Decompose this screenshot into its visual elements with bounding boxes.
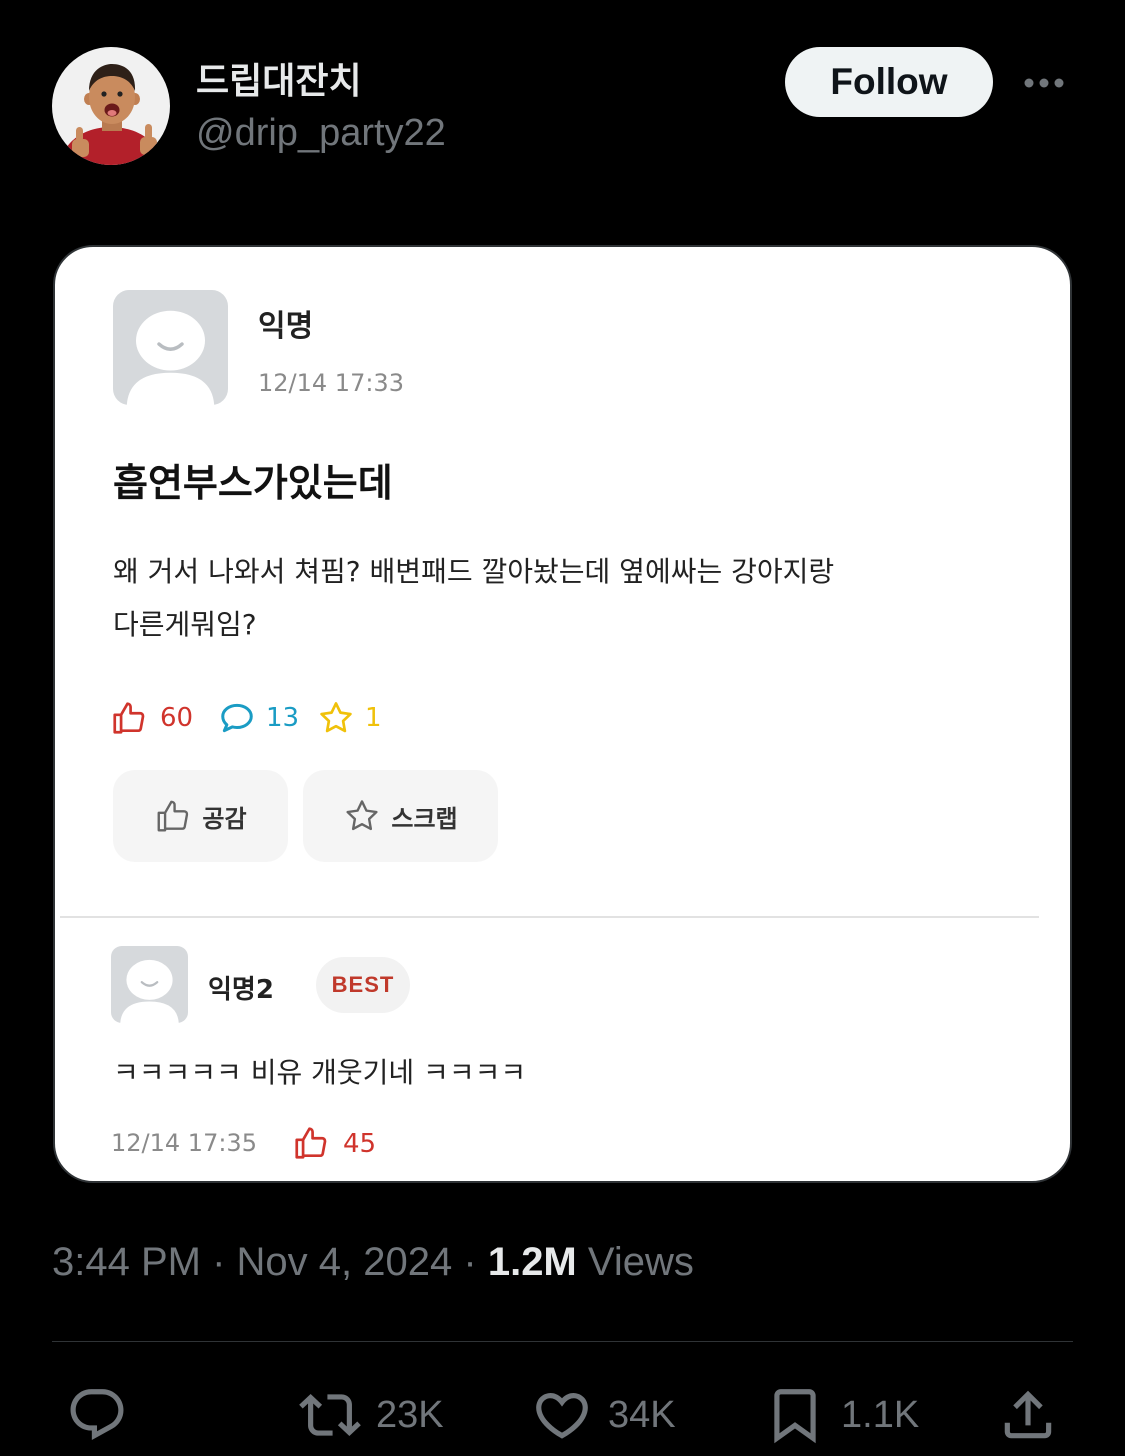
best-badge: BEST: [316, 957, 410, 1013]
post-author-name: 익명: [258, 309, 314, 344]
star-icon: [346, 800, 378, 831]
meta-separator: ·: [212, 1240, 226, 1284]
post-timestamp: 12/14 17:33: [258, 369, 404, 397]
action-bar-divider: [52, 1341, 1073, 1342]
more-options-button[interactable]: [1020, 72, 1068, 94]
share-button[interactable]: [997, 1384, 1059, 1446]
post-scrap-count: 1: [365, 703, 382, 733]
author-avatar[interactable]: [52, 47, 170, 165]
bookmark-count: 1.1K: [841, 1393, 920, 1436]
bookmark-icon: [774, 1389, 816, 1444]
like-button[interactable]: 34K: [531, 1384, 676, 1446]
bookmark-button[interactable]: 1.1K: [764, 1384, 919, 1446]
follow-button[interactable]: Follow: [785, 47, 993, 117]
post-title: 흡연부스가있는데: [113, 461, 393, 505]
post-divider: [60, 916, 1039, 918]
tweet-date[interactable]: Nov 4, 2024: [237, 1240, 453, 1284]
post-like-button: 공감: [113, 770, 288, 862]
heart-icon: [536, 1393, 588, 1439]
reply-button[interactable]: [66, 1384, 128, 1446]
post-comment-count: 13: [266, 703, 300, 733]
more-dots-icon: [1024, 78, 1064, 88]
avatar-photo: [52, 47, 170, 165]
post-author-avatar: [113, 290, 228, 405]
comment-author-avatar: [111, 946, 188, 1023]
author-display-name[interactable]: 드립대잔치: [196, 52, 362, 104]
thumbs-up-icon: [113, 702, 145, 734]
post-scrap-button: 스크랩: [303, 770, 498, 862]
retweet-icon: [299, 1394, 361, 1436]
comment-timestamp: 12/14 17:35: [111, 1129, 257, 1157]
star-icon: [320, 702, 352, 733]
thumbs-up-icon: [157, 800, 189, 832]
comment-text: ㅋㅋㅋㅋㅋ 비유 개웃기네 ㅋㅋㅋㅋ: [113, 1056, 527, 1089]
post-body-line: 다른게뭐임?: [113, 608, 257, 641]
tweet-media-image[interactable]: 익명 12/14 17:33 흡연부스가있는데 왜 거서 나와서 쳐핌? 배변패…: [53, 245, 1072, 1183]
default-profile-icon: [113, 290, 228, 405]
post-like-count: 60: [160, 703, 194, 733]
tweet-meta: 3:44 PM · Nov 4, 2024 · 1.2M Views: [52, 1239, 694, 1285]
comment-like-count: 45: [343, 1129, 377, 1159]
comment-icon: [221, 703, 253, 733]
retweet-count: 23K: [376, 1393, 444, 1436]
tweet-time[interactable]: 3:44 PM: [52, 1240, 201, 1284]
meta-separator: ·: [463, 1240, 477, 1284]
like-count: 34K: [608, 1393, 676, 1436]
post-like-button-label: 공감: [202, 804, 247, 833]
post-scrap-button-label: 스크랩: [391, 804, 458, 833]
post-body: 왜 거서 나와서 쳐핌? 배변패드 깔아놨는데 옆에싸는 강아지랑 다른게뭐임?: [113, 545, 834, 651]
follow-button-label: Follow: [830, 61, 948, 102]
author-handle[interactable]: @drip_party22: [196, 112, 446, 155]
comment-author-name: 익명2: [208, 975, 274, 1005]
share-icon: [1004, 1390, 1052, 1439]
views-label: Views: [587, 1240, 694, 1284]
reply-icon: [70, 1389, 124, 1441]
retweet-button[interactable]: 23K: [299, 1384, 444, 1446]
thumbs-up-icon: [295, 1127, 327, 1159]
post-body-line: 왜 거서 나와서 쳐핌? 배변패드 깔아놨는데 옆에싸는 강아지랑: [113, 555, 835, 588]
views-count: 1.2M: [487, 1240, 577, 1284]
default-profile-icon: [111, 946, 188, 1023]
